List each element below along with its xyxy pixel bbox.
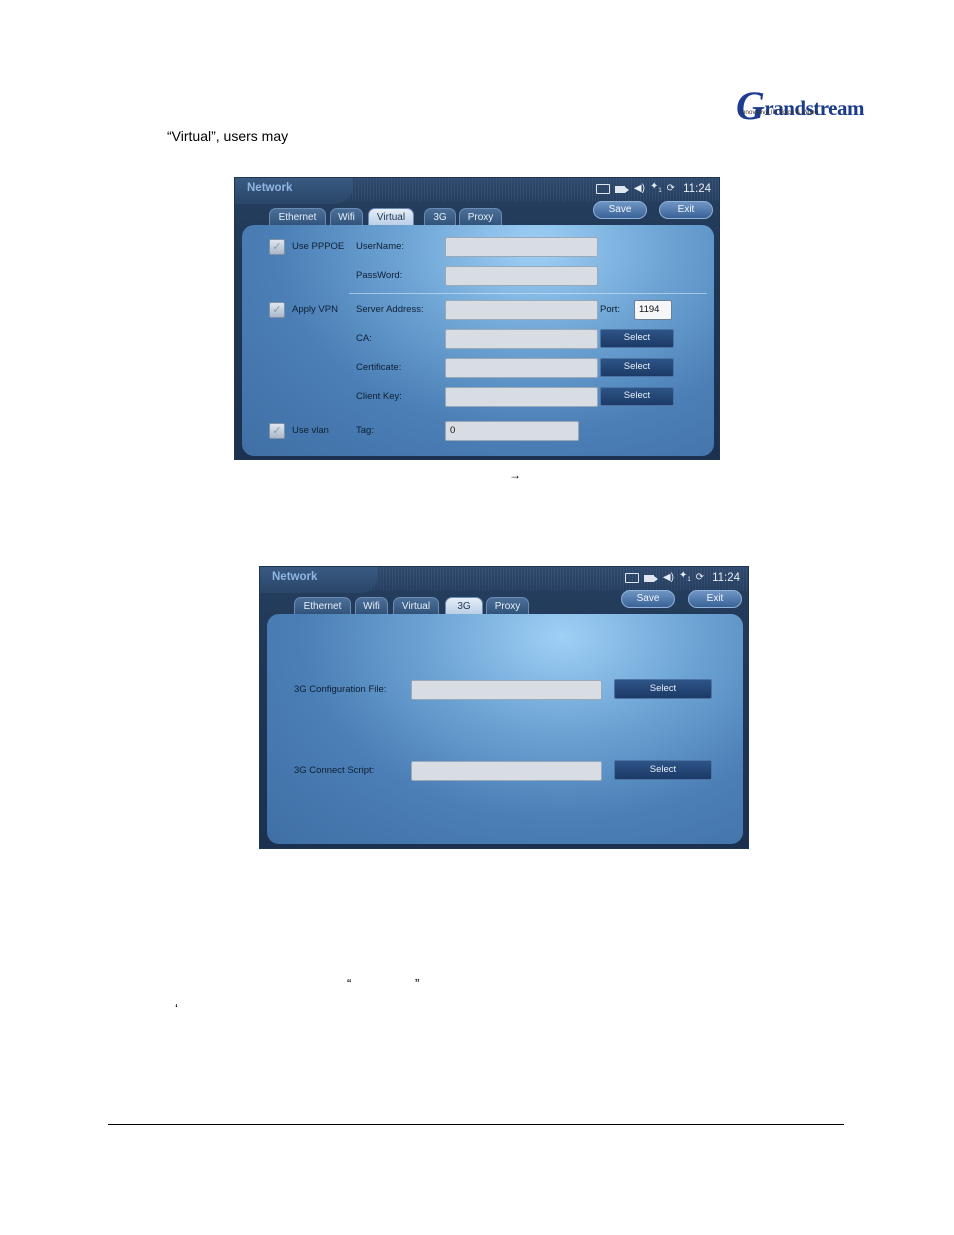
status-bar: ◀) ✦1 ⟳ 11:24 <box>595 181 711 197</box>
exit-button[interactable]: Exit <box>659 201 713 219</box>
clock: 11:24 <box>683 183 711 195</box>
apply-vpn-label: Apply VPN <box>292 304 338 315</box>
sync-icon: ⟳ <box>666 183 676 194</box>
clock: 11:24 <box>712 572 740 584</box>
username-field[interactable] <box>445 237 598 257</box>
tag-label: Tag: <box>356 425 374 436</box>
save-button[interactable]: Save <box>621 590 675 608</box>
server-address-label: Server Address: <box>356 304 424 315</box>
close-quote: ” <box>415 976 420 991</box>
server-address-field[interactable] <box>445 300 598 320</box>
footer-rule <box>108 1124 844 1125</box>
open-quote: “ <box>347 976 352 991</box>
port-field[interactable]: 1194 <box>634 300 672 320</box>
tab-ethernet[interactable]: Ethernet <box>294 597 351 615</box>
camera-icon <box>643 574 658 582</box>
tab-3g[interactable]: 3G <box>445 597 483 615</box>
single-quote: ‘ <box>175 1001 178 1016</box>
use-pppoe-checkbox[interactable]: ✓ <box>269 239 285 255</box>
certificate-field[interactable] <box>445 358 598 378</box>
tab-3g[interactable]: 3G <box>424 208 456 226</box>
3g-connect-script-label: 3G Connect Script: <box>294 765 375 776</box>
camera-icon <box>614 185 629 193</box>
status-bar: ◀) ✦1 ⟳ 11:24 <box>624 570 740 586</box>
logo-tagline: Innovative IP Voice & Video <box>740 109 819 116</box>
window-title: Network <box>272 571 318 583</box>
3g-script-select-button[interactable]: Select <box>614 760 712 780</box>
logo-wordmark: Grandstream <box>736 83 864 128</box>
screenshot-virtual: Network ◀) ✦1 ⟳ 11:24 Ethernet Wifi Virt… <box>234 177 720 460</box>
keyboard-icon <box>595 184 610 194</box>
3g-config-file-label: 3G Configuration File: <box>294 684 387 695</box>
screenshot-3g: Network ◀) ✦1 ⟳ 11:24 Ethernet Wifi Virt… <box>259 566 749 849</box>
3g-connect-script-field[interactable] <box>411 761 602 781</box>
exit-button[interactable]: Exit <box>688 590 742 608</box>
signal-icon: ✦1 <box>649 181 662 194</box>
caption-arrow: → <box>509 468 521 482</box>
username-label: UserName: <box>356 241 405 252</box>
tab-ethernet[interactable]: Ethernet <box>269 208 326 226</box>
save-button[interactable]: Save <box>593 201 647 219</box>
ca-select-button[interactable]: Select <box>600 329 674 348</box>
port-label: Port: <box>600 304 621 315</box>
intro-text: “Virtual”, users may <box>167 128 289 144</box>
sync-icon: ⟳ <box>695 572 705 583</box>
3g-config-select-button[interactable]: Select <box>614 679 712 699</box>
certificate-label: Certificate: <box>356 362 402 373</box>
window-title: Network <box>247 182 293 194</box>
signal-icon: ✦1 <box>678 570 691 583</box>
keyboard-icon <box>624 573 639 583</box>
tab-proxy[interactable]: Proxy <box>486 597 529 615</box>
use-vlan-label: Use vlan <box>292 425 329 436</box>
tab-wifi[interactable]: Wifi <box>330 208 363 226</box>
tag-field[interactable]: 0 <box>445 421 579 441</box>
use-vlan-checkbox[interactable]: ✓ <box>269 423 285 439</box>
password-field[interactable] <box>445 266 598 286</box>
volume-icon: ◀) <box>662 572 674 583</box>
certificate-select-button[interactable]: Select <box>600 358 674 377</box>
use-pppoe-label: Use PPPOE <box>292 241 345 252</box>
volume-icon: ◀) <box>633 183 645 194</box>
ca-field[interactable] <box>445 329 598 349</box>
title-tab: Network <box>260 567 378 593</box>
password-label: PassWord: <box>356 270 403 281</box>
tab-proxy[interactable]: Proxy <box>459 208 502 226</box>
tab-virtual[interactable]: Virtual <box>393 597 439 615</box>
section-divider <box>349 293 707 294</box>
ca-label: CA: <box>356 333 372 344</box>
tab-virtual[interactable]: Virtual <box>368 208 414 226</box>
grandstream-logo: Grandstream Innovative IP Voice & Video <box>736 60 864 128</box>
3g-config-file-field[interactable] <box>411 680 602 700</box>
client-key-field[interactable] <box>445 387 598 407</box>
title-tab: Network <box>235 178 353 204</box>
tab-wifi[interactable]: Wifi <box>355 597 388 615</box>
settings-panel: 3G Configuration File: Select 3G Connect… <box>267 614 743 844</box>
client-key-label: Client Key: <box>356 391 402 402</box>
settings-panel: ✓ Use PPPOE UserName: PassWord: ✓ Apply … <box>242 225 714 456</box>
apply-vpn-checkbox[interactable]: ✓ <box>269 302 285 318</box>
client-key-select-button[interactable]: Select <box>600 387 674 406</box>
